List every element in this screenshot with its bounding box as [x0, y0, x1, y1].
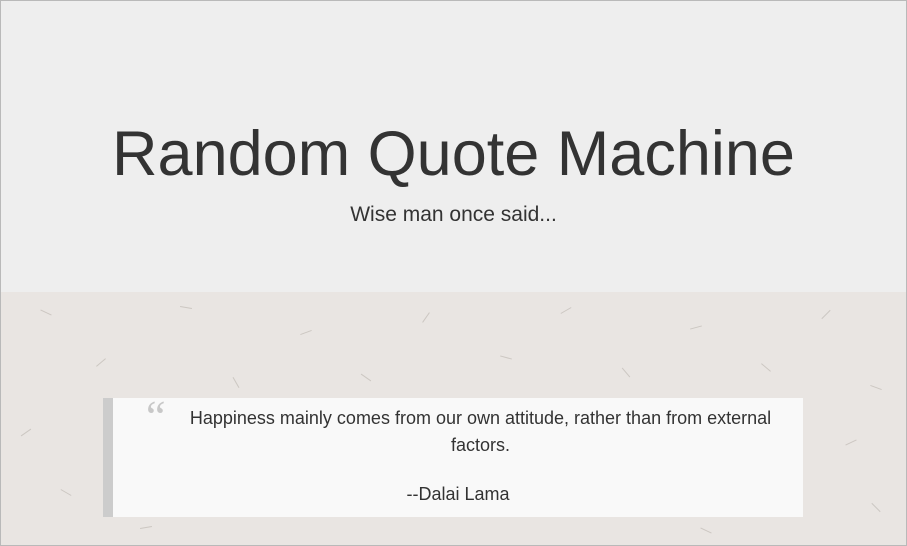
quote-open-icon: “	[146, 392, 166, 441]
quote-card: “ Happiness mainly comes from our own at…	[103, 392, 803, 517]
quote-author: --Dalai Lama	[406, 484, 510, 504]
page-header: Random Quote Machine Wise man once said.…	[0, 0, 907, 292]
quote-text: Happiness mainly comes from our own atti…	[189, 408, 772, 455]
page-subtitle: Wise man once said...	[350, 203, 557, 226]
page-title: Random Quote Machine	[112, 119, 795, 189]
